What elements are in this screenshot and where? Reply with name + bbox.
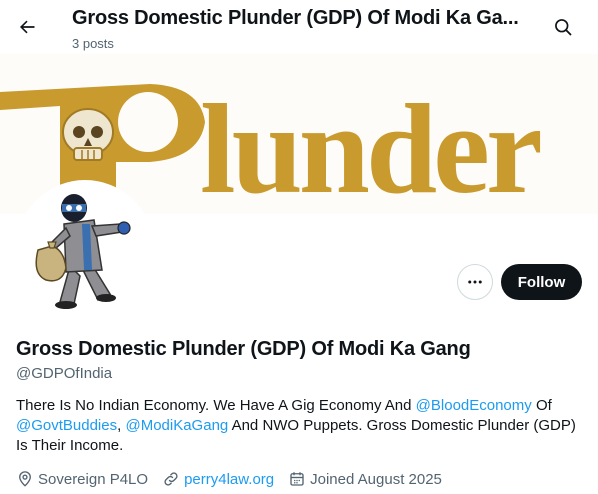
mention-link-bloodeconomy[interactable]: @BloodEconomy bbox=[416, 397, 532, 414]
joined-item: Joined August 2025 bbox=[288, 470, 442, 488]
svg-text:lunder: lunder bbox=[200, 78, 541, 214]
search-icon bbox=[555, 19, 572, 36]
mention-link-govtbuddies[interactable]: @GovtBuddies bbox=[16, 417, 117, 434]
link-icon bbox=[164, 472, 178, 486]
profile-handle: @GDPOfIndia bbox=[16, 365, 113, 382]
top-bar: Gross Domestic Plunder (GDP) Of Modi Ka … bbox=[0, 0, 598, 54]
header-title: Gross Domestic Plunder (GDP) Of Modi Ka … bbox=[72, 7, 519, 29]
mention-link-modikagang[interactable]: @ModiKaGang bbox=[125, 417, 228, 434]
location-text: Sovereign P4LO bbox=[38, 470, 149, 488]
profile-bio: There Is No Indian Economy. We Have A Gi… bbox=[16, 396, 584, 456]
avatar[interactable] bbox=[16, 180, 154, 318]
arrow-left-icon bbox=[20, 20, 35, 34]
location-item: Sovereign P4LO bbox=[16, 470, 148, 488]
location-pin-icon bbox=[19, 471, 31, 487]
search-button[interactable] bbox=[546, 10, 580, 44]
more-options-button[interactable] bbox=[457, 264, 493, 300]
follow-button[interactable]: Follow bbox=[501, 264, 582, 300]
calendar-icon bbox=[290, 472, 304, 486]
bio-text: There Is No Indian Economy. We Have A Gi… bbox=[16, 397, 416, 414]
profile-meta: Sovereign P4LO perry4law.org Joined Augu… bbox=[16, 468, 456, 490]
joined-date: Joined August 2025 bbox=[310, 470, 442, 488]
post-count: 3 posts bbox=[72, 36, 114, 51]
website-link[interactable]: perry4law.org bbox=[184, 471, 274, 488]
bio-text: Of bbox=[531, 397, 552, 414]
profile-display-name: Gross Domestic Plunder (GDP) Of Modi Ka … bbox=[16, 338, 471, 360]
website-item: perry4law.org bbox=[162, 470, 274, 488]
avatar-burglar-image bbox=[20, 184, 150, 314]
back-button[interactable] bbox=[10, 10, 44, 44]
more-horizontal-icon bbox=[468, 280, 482, 284]
